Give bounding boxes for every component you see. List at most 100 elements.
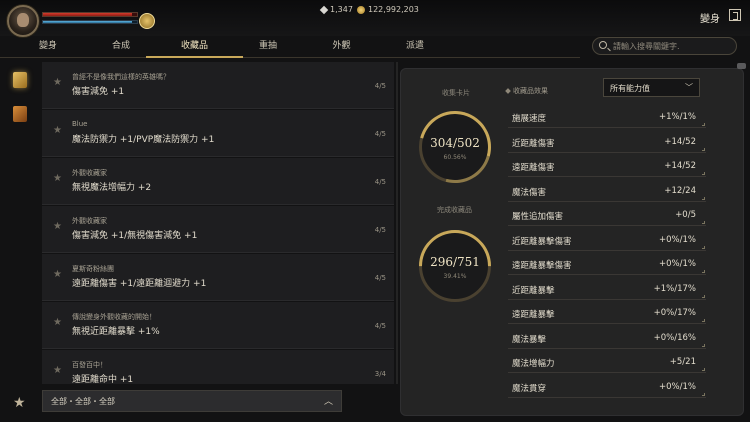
cards-value: 304/502 (430, 136, 480, 150)
stat-name: 魔法增幅力 (512, 359, 555, 369)
hp-fill (43, 13, 133, 16)
tab-dispatch[interactable]: 派遣 (390, 36, 440, 57)
stat-name: 屬性追加傷害 (512, 212, 564, 222)
star-icon[interactable]: ★ (53, 365, 62, 376)
book-icon[interactable] (13, 72, 27, 88)
avatar[interactable] (7, 5, 39, 37)
completed-progress-ring: 296/751 39.41% (404, 215, 506, 317)
stat-corner (702, 196, 705, 200)
stat-value: +14/52 (664, 161, 696, 171)
stat-row: 魔法傷害 +12/24 (508, 180, 706, 202)
stat-name: 近距離暴擊 (512, 285, 555, 296)
stat-corner (702, 294, 705, 298)
tab-transform[interactable]: 變身 (0, 36, 96, 57)
item-bonus: 傷害減免 +1 (72, 87, 125, 97)
stat-row: 近距離傷害 +14/52 (508, 131, 706, 153)
item-title: 夏斯奇粉絲團 (72, 265, 114, 273)
item-title: Blue (72, 120, 88, 128)
stat-row: 屬性追加傷害 +0/5 (508, 204, 706, 226)
stat-row: 遠距離暴擊傷害 +0%/1% (508, 253, 706, 275)
collection-list: ★ 曾經不是像我們這樣的英雄嗎？ 傷害減免 +1 4/5 ★ Blue 魔法防禦… (42, 62, 394, 384)
coin-icon (357, 5, 365, 14)
panel-scrollbar[interactable] (737, 63, 746, 69)
star-icon[interactable]: ★ (53, 173, 62, 184)
ability-select-value: 所有能力值 (610, 84, 650, 93)
item-count: 4/5 (374, 322, 386, 330)
stat-value: +0%/1% (659, 259, 696, 269)
chevron-up-icon: ︿ (323, 397, 333, 407)
chevron-down-icon: ﹀ (685, 83, 693, 92)
star-icon[interactable]: ★ (53, 221, 62, 232)
item-title: 外觀收藏家 (72, 217, 107, 225)
star-icon[interactable]: ★ (53, 77, 62, 88)
tab-appearance[interactable]: 外觀 (293, 36, 390, 57)
item-title: 百發百中！ (72, 361, 107, 369)
stat-row: 施展速度 +1%/1% (508, 106, 706, 128)
ability-filter-select[interactable]: 所有能力值 ﹀ (603, 78, 700, 97)
stat-corner (702, 343, 705, 347)
stat-name: 施展速度 (512, 114, 547, 124)
star-icon[interactable]: ★ (13, 395, 26, 411)
cards-label: 收集卡片 (442, 89, 470, 97)
gem-icon (319, 5, 329, 14)
star-icon[interactable]: ★ (53, 125, 62, 136)
stat-row: 魔法暴擊 +0%/16% (508, 327, 706, 349)
gem-currency: 1,347 (319, 5, 353, 14)
list-item[interactable]: ★ 曾經不是像我們這樣的英雄嗎？ 傷害減免 +1 4/5 (42, 62, 394, 109)
item-count: 4/5 (374, 130, 386, 138)
top-bar: 1,347 122,992,203 變身 (0, 0, 750, 37)
stat-name: 近距離暴擊傷害 (512, 236, 572, 247)
list-scrollbar[interactable] (396, 62, 398, 384)
search-input[interactable] (613, 40, 733, 52)
list-item[interactable]: ★ 外觀收藏家 無視魔法增幅力 +2 4/5 (42, 158, 394, 205)
stat-value: +0/5 (675, 210, 696, 220)
list-item[interactable]: ★ 夏斯奇粉絲團 遠距離傷害 +1/遠距離迴避力 +1 4/5 (42, 254, 394, 301)
stat-row: 近距離暴擊 +1%/17% (508, 278, 706, 300)
level-badge[interactable] (139, 13, 155, 29)
stat-name: 遠距離傷害 (512, 163, 555, 173)
filter-dropdown[interactable]: 全部・全部・全部 ︿ (42, 390, 342, 412)
cards-progress-ring: 304/502 60.56% (405, 97, 505, 197)
star-icon[interactable]: ★ (53, 317, 62, 328)
stat-value: +12/24 (664, 185, 696, 196)
completed-percent: 39.41% (443, 273, 467, 280)
stat-corner (702, 172, 705, 175)
stat-corner (702, 221, 705, 224)
book-icon[interactable] (13, 106, 27, 122)
item-title: 外觀收藏家 (72, 169, 107, 177)
gold-amount: 122,992,203 (368, 5, 419, 14)
list-item[interactable]: ★ Blue 魔法防禦力 +1/PVP魔法防禦力 +1 4/5 (42, 110, 394, 157)
item-bonus: 無視近距離暴擊 +1% (72, 327, 160, 337)
list-item[interactable]: ★ 百發百中！ 遠距離命中 +1 3/4 (42, 350, 394, 384)
stat-name: 遠距離暴擊 (512, 310, 555, 320)
stat-value: +0%/16% (653, 332, 696, 343)
stat-corner (702, 245, 705, 249)
stat-row: 近距離暴擊傷害 +0%/1% (508, 229, 706, 251)
tab-synthesis[interactable]: 合成 (96, 36, 146, 57)
close-icon[interactable] (729, 9, 741, 21)
stat-row: 魔法增幅力 +5/21 (508, 351, 706, 373)
item-count: 4/5 (374, 274, 386, 282)
star-icon[interactable]: ★ (53, 269, 62, 280)
stat-name: 魔法暴擊 (512, 334, 547, 345)
effects-header: 收藏品效果 (505, 86, 548, 96)
gold-currency: 122,992,203 (357, 5, 419, 14)
tab-reroll[interactable]: 重抽 (243, 36, 293, 57)
search-icon (599, 41, 607, 49)
category-rail: ★ (0, 62, 40, 422)
tab-collection[interactable]: 收藏品 (146, 36, 243, 58)
list-item[interactable]: ★ 外觀收藏家 傷害減免 +1/無視傷害減免 +1 4/5 (42, 206, 394, 253)
search-box[interactable] (592, 37, 737, 55)
stat-value: +5/21 (669, 357, 696, 367)
filter-label: 全部・全部・全部 (51, 397, 115, 406)
item-title: 曾經不是像我們這樣的英雄嗎？ (72, 73, 170, 81)
stat-corner (702, 368, 705, 371)
stat-name: 魔法傷害 (512, 187, 547, 198)
item-bonus: 遠距離命中 +1 (72, 375, 134, 384)
item-bonus: 傷害減免 +1/無視傷害減免 +1 (72, 231, 198, 241)
list-item[interactable]: ★ 傳說變身外觀收藏的開始！ 無視近距離暴擊 +1% 4/5 (42, 302, 394, 349)
stat-corner (702, 319, 705, 322)
mp-bar (42, 20, 138, 24)
stat-name: 近距離傷害 (512, 138, 555, 149)
stat-value: +14/52 (664, 136, 696, 147)
